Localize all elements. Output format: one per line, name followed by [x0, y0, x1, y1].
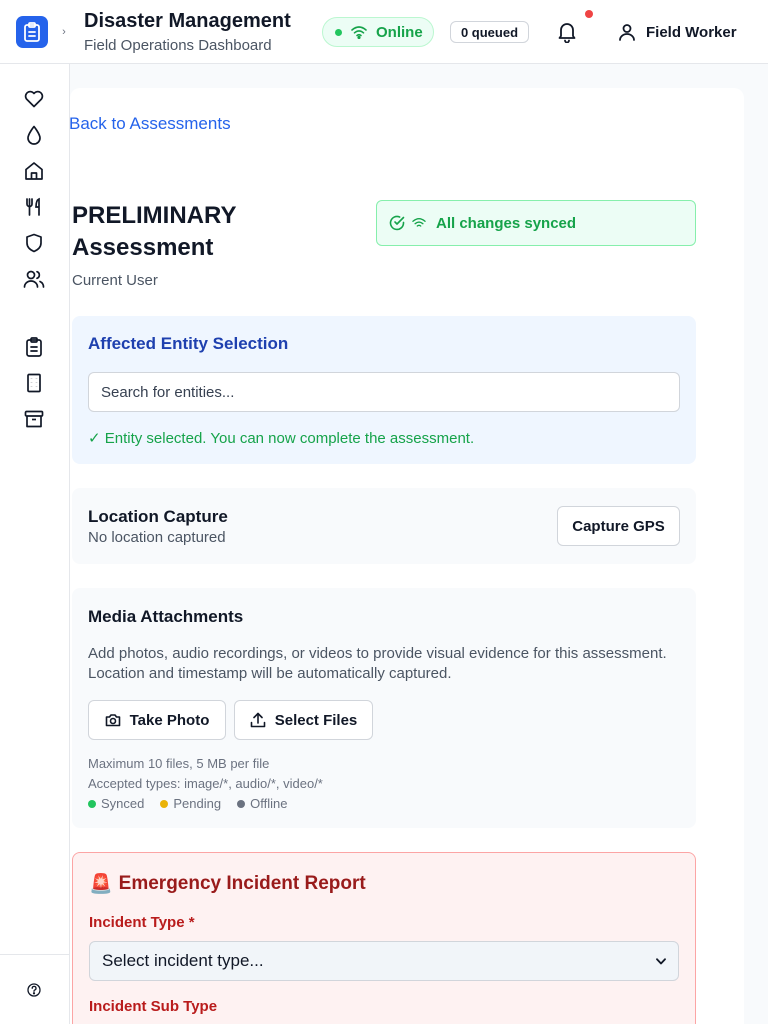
help-circle-icon	[27, 983, 41, 997]
back-to-assessments-link[interactable]: Back to Assessments	[69, 114, 231, 134]
media-attachments-section: Media Attachments Add photos, audio reco…	[72, 588, 696, 828]
entity-section-title: Affected Entity Selection	[88, 334, 289, 353]
incident-type-label: Incident Type *	[89, 914, 195, 931]
legend-dot	[160, 799, 169, 808]
emergency-section-title: 🚨 Emergency Incident Report	[89, 872, 366, 896]
sidebar-item-entities[interactable]	[22, 371, 46, 395]
sidebar-item-shelter[interactable]	[22, 159, 46, 183]
legend-label: Synced	[101, 796, 145, 811]
affected-entity-section: Affected Entity Selection ✓ Entity selec…	[72, 316, 696, 464]
location-capture-section: Location Capture No location captured Ca…	[72, 488, 696, 564]
emergency-incident-section: 🚨 Emergency Incident Report Incident Typ…	[72, 852, 696, 1024]
incident-type-select[interactable]: Select incident type...	[89, 941, 679, 981]
take-photo-button[interactable]: Take Photo	[88, 700, 226, 740]
location-section-title: Location Capture	[88, 507, 228, 526]
wifi-icon	[412, 218, 426, 227]
app-title: Disaster Management	[84, 10, 291, 32]
entity-search-input[interactable]	[88, 372, 680, 412]
home-icon	[25, 162, 43, 180]
sidebar-item-security[interactable]	[22, 231, 46, 255]
legend-pending: Pending	[160, 796, 221, 811]
entity-selected-message: ✓ Entity selected. You can now complete …	[88, 430, 475, 447]
wifi-icon	[351, 26, 367, 39]
notification-indicator	[585, 10, 593, 18]
app-subtitle: Field Operations Dashboard	[84, 37, 272, 54]
sync-legend: Synced Pending Offline	[88, 796, 287, 811]
check-circle-icon	[389, 215, 405, 231]
legend-label: Pending	[173, 796, 222, 811]
sidebar-item-health[interactable]	[22, 87, 46, 111]
app-logo-button[interactable]	[16, 16, 48, 48]
media-accepted-types-text: Accepted types: image/*, audio/*, video/…	[88, 776, 323, 791]
siren-icon: 🚨	[89, 874, 113, 895]
building-icon	[27, 373, 41, 393]
top-header: › Disaster Management Field Operations D…	[0, 0, 768, 64]
location-status: No location captured	[88, 529, 226, 546]
user-menu-button[interactable]: Field Worker	[612, 18, 743, 46]
droplet-icon	[27, 125, 41, 145]
emergency-title-text: Emergency Incident Report	[118, 873, 366, 894]
media-limits-text: Maximum 10 files, 5 MB per file	[88, 756, 270, 771]
clipboard-icon	[24, 22, 40, 42]
status-label: Online	[376, 23, 423, 41]
clipboard-icon	[26, 337, 42, 357]
users-icon	[23, 270, 45, 288]
sync-status-banner: All changes synced	[376, 200, 696, 246]
user-icon	[619, 24, 635, 41]
legend-label: Offline	[250, 796, 288, 811]
select-files-label: Select Files	[274, 711, 358, 729]
chevron-down-icon	[656, 957, 666, 964]
utensils-icon	[26, 197, 40, 216]
bell-icon	[558, 23, 576, 43]
archive-icon	[24, 410, 44, 428]
incident-type-value: Select incident type...	[102, 951, 264, 970]
legend-dot	[88, 799, 96, 808]
camera-icon	[105, 714, 120, 727]
legend-dot	[237, 799, 246, 808]
sync-queue-badge: 0 queued	[450, 21, 529, 43]
sync-status-text: All changes synced	[436, 214, 577, 232]
legend-offline: Offline	[237, 796, 287, 811]
assessment-title: PRELIMINARY Assessment	[72, 202, 237, 261]
sidebar-item-water[interactable]	[22, 123, 46, 147]
sidebar-item-population[interactable]	[22, 267, 46, 291]
status-dot	[335, 28, 342, 36]
capture-gps-button[interactable]: Capture GPS	[557, 506, 680, 546]
take-photo-label: Take Photo	[129, 711, 210, 729]
help-button[interactable]	[26, 982, 42, 998]
user-name: Field Worker	[646, 23, 737, 41]
notifications-button[interactable]	[552, 18, 582, 46]
upload-icon	[250, 712, 266, 728]
sidebar-item-assessments[interactable]	[22, 335, 46, 359]
sidebar-item-archive[interactable]	[22, 407, 46, 431]
incident-subtype-label: Incident Sub Type	[89, 998, 218, 1015]
select-files-button[interactable]: Select Files	[234, 700, 373, 740]
sidebar	[0, 64, 70, 1024]
legend-synced: Synced	[88, 796, 144, 811]
sidebar-item-food[interactable]	[22, 195, 46, 219]
connection-status-badge: Online	[322, 17, 434, 47]
heart-icon	[24, 90, 44, 108]
sidebar-divider	[0, 954, 69, 955]
assessment-user: Current User	[72, 272, 158, 289]
sidebar-expand-chevron-icon[interactable]: ›	[58, 24, 70, 40]
media-description: Add photos, audio recordings, or videos …	[88, 645, 667, 682]
shield-icon	[26, 233, 42, 253]
media-section-title: Media Attachments	[88, 607, 244, 626]
